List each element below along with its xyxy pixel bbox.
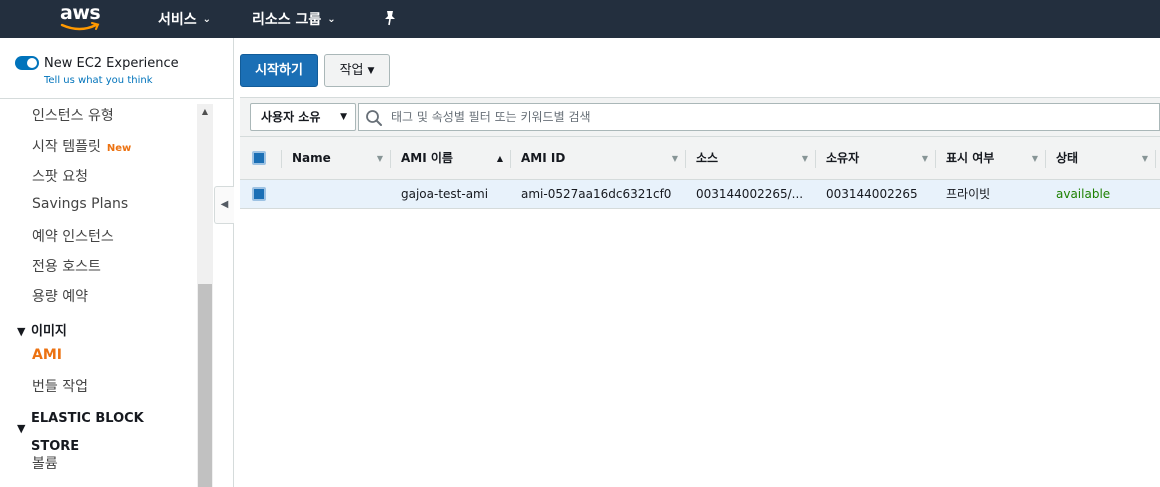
actions-label: 작업 — [339, 63, 364, 78]
column-label: AMI 이름 — [401, 151, 453, 165]
chevron-left-icon: ◀ — [220, 199, 229, 210]
sidebar-scrollbar[interactable]: ▲ — [197, 104, 213, 487]
search-input[interactable] — [391, 104, 1151, 130]
sidebar-item-ami[interactable]: AMI — [32, 347, 62, 363]
column-label: AMI ID — [521, 151, 566, 165]
experience-title: New EC2 Experience — [44, 56, 179, 71]
cell-visibility: 프라이빗 — [946, 187, 991, 201]
column-header-ami-name[interactable]: AMI 이름 ▲ — [391, 137, 511, 180]
sidebar-item-capacity-reservations[interactable]: 용량 예약 — [32, 286, 88, 306]
sidebar-collapse-handle[interactable]: ◀ — [214, 186, 234, 224]
column-header-name[interactable]: Name ▼ — [282, 137, 391, 180]
sidebar-item-bundle-tasks[interactable]: 번들 작업 — [32, 376, 88, 396]
chevron-down-icon: ▼ — [340, 112, 347, 122]
column-separator — [1155, 150, 1156, 168]
sort-icon: ▼ — [376, 154, 383, 163]
new-experience-toggle[interactable] — [15, 56, 39, 70]
column-label: 소스 — [696, 151, 719, 165]
aws-logo[interactable]: aws — [60, 2, 104, 34]
cell-name — [282, 180, 391, 208]
cell-status: available — [1056, 187, 1111, 201]
top-nav: aws 서비스 ⌄ 리소스 그룹 ⌄ — [0, 0, 1160, 38]
sort-icon: ▼ — [921, 154, 928, 163]
table-header: Name ▼ AMI 이름 ▲ AMI ID ▼ 소스 ▼ 소유자 ▼ 표시 여부 ▼ 상태… — [240, 137, 1160, 180]
launch-button[interactable]: 시작하기 — [240, 54, 318, 87]
actions-button[interactable]: 작업 ▼ — [324, 54, 390, 87]
sidebar: New EC2 Experience Tell us what you thin… — [0, 38, 234, 487]
row-checkbox[interactable] — [252, 187, 266, 201]
section-label: 이미지 — [31, 324, 67, 339]
search-box[interactable] — [358, 103, 1160, 131]
aws-logo-text: aws — [60, 2, 101, 24]
new-badge: New — [106, 143, 132, 154]
resource-groups-label: 리소스 그룹 — [252, 12, 322, 28]
column-label: Name — [292, 151, 331, 165]
feedback-link[interactable]: Tell us what you think — [44, 75, 153, 86]
select-all-checkbox[interactable] — [252, 151, 266, 165]
resource-groups-menu[interactable]: 리소스 그룹 ⌄ — [252, 9, 336, 29]
column-header-visibility[interactable]: 표시 여부 ▼ — [936, 137, 1046, 180]
sidebar-item-spot-requests[interactable]: 스팟 요청 — [32, 166, 88, 186]
sidebar-item-volumes[interactable]: 볼륨 — [32, 453, 58, 473]
toggle-knob — [27, 58, 37, 68]
sidebar-section-images[interactable]: ▼ 이미지 — [17, 320, 67, 339]
sidebar-item-label: 시작 템플릿 — [32, 139, 101, 155]
column-label: 소유자 — [826, 151, 860, 165]
column-header-owner[interactable]: 소유자 ▼ — [816, 137, 936, 180]
sidebar-nav-list: 인스턴스 유형 시작 템플릿 New 스팟 요청 Savings Plans 예약… — [0, 99, 212, 487]
filter-toolbar: 사용자 소유 ▼ — [240, 97, 1160, 137]
services-menu[interactable]: 서비스 ⌄ — [158, 9, 211, 29]
cell-ami-name: gajoa-test-ami — [401, 187, 489, 201]
column-header-ami-id[interactable]: AMI ID ▼ — [511, 137, 686, 180]
owner-filter-label: 사용자 소유 — [261, 110, 321, 124]
sidebar-item-instance-types[interactable]: 인스턴스 유형 — [32, 105, 114, 125]
aws-smile-icon — [60, 22, 100, 31]
sort-ascending-icon: ▲ — [496, 154, 503, 163]
section-label: STORE — [31, 439, 80, 454]
sidebar-section-ebs[interactable]: ▼ ELASTIC BLOCK STORE — [17, 410, 144, 456]
sidebar-item-dedicated-hosts[interactable]: 전용 호스트 — [32, 256, 101, 276]
services-label: 서비스 — [158, 12, 197, 28]
caret-down-icon: ▼ — [17, 422, 26, 435]
column-header-source[interactable]: 소스 ▼ — [686, 137, 816, 180]
search-icon — [366, 110, 382, 126]
caret-down-icon: ▼ — [17, 325, 26, 338]
select-all-cell — [240, 137, 282, 180]
column-label: 상태 — [1056, 151, 1079, 165]
section-label: ELASTIC BLOCK — [31, 411, 144, 426]
scroll-thumb[interactable] — [198, 284, 212, 487]
sort-icon: ▼ — [1031, 154, 1038, 163]
sidebar-item-savings-plans[interactable]: Savings Plans — [32, 196, 128, 212]
column-label: 표시 여부 — [946, 151, 995, 165]
scroll-up-arrow-icon[interactable]: ▲ — [197, 104, 213, 120]
pin-icon[interactable] — [383, 10, 397, 26]
sidebar-item-launch-templates[interactable]: 시작 템플릿 New — [32, 136, 131, 156]
sort-icon: ▼ — [671, 154, 678, 163]
column-header-status[interactable]: 상태 ▼ — [1046, 137, 1156, 180]
sidebar-item-reserved-instances[interactable]: 예약 인스턴스 — [32, 226, 114, 246]
row-select-cell — [240, 180, 282, 208]
cell-ami-id: ami-0527aa16dc6321cf0 — [521, 187, 672, 201]
cell-source: 003144002265/... — [696, 187, 804, 201]
sort-icon: ▼ — [1141, 154, 1148, 163]
chevron-down-icon: ▼ — [367, 66, 375, 76]
sort-icon: ▼ — [801, 154, 808, 163]
cell-owner: 003144002265 — [826, 187, 918, 201]
owner-filter-select[interactable]: 사용자 소유 ▼ — [250, 103, 356, 131]
chevron-down-icon: ⌄ — [202, 14, 212, 25]
table-row[interactable]: gajoa-test-ami ami-0527aa16dc6321cf0 003… — [240, 180, 1160, 209]
chevron-down-icon: ⌄ — [327, 14, 336, 25]
